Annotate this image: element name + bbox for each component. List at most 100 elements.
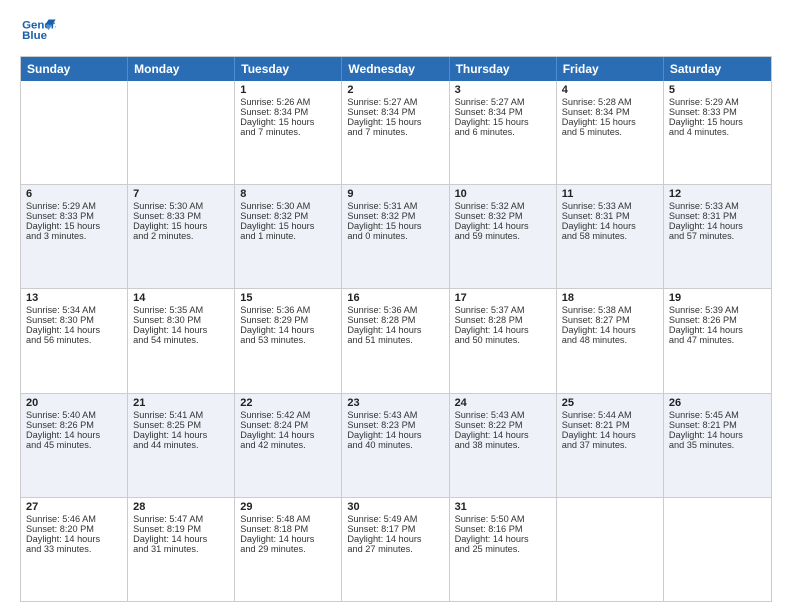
day-number: 10 [455, 188, 551, 200]
day-info-line: Sunset: 8:24 PM [240, 420, 336, 430]
weekday-header-monday: Monday [128, 57, 235, 81]
day-info-line: and 45 minutes. [26, 440, 122, 450]
day-number: 27 [26, 501, 122, 513]
day-info-line: and 27 minutes. [347, 544, 443, 554]
day-number: 8 [240, 188, 336, 200]
calendar-cell: 24Sunrise: 5:43 AMSunset: 8:22 PMDayligh… [450, 394, 557, 497]
day-number: 9 [347, 188, 443, 200]
day-info-line: Sunset: 8:28 PM [455, 315, 551, 325]
day-info-line: Sunset: 8:32 PM [347, 211, 443, 221]
day-number: 14 [133, 292, 229, 304]
day-info-line: Sunset: 8:16 PM [455, 524, 551, 534]
day-number: 16 [347, 292, 443, 304]
day-info-line: Sunset: 8:30 PM [133, 315, 229, 325]
day-info-line: and 48 minutes. [562, 335, 658, 345]
calendar-row-3: 13Sunrise: 5:34 AMSunset: 8:30 PMDayligh… [21, 288, 771, 392]
day-info-line: Sunrise: 5:43 AM [347, 410, 443, 420]
day-info-line: and 59 minutes. [455, 231, 551, 241]
calendar-row-4: 20Sunrise: 5:40 AMSunset: 8:26 PMDayligh… [21, 393, 771, 497]
day-number: 19 [669, 292, 766, 304]
day-info-line: and 44 minutes. [133, 440, 229, 450]
day-info-line: Sunrise: 5:28 AM [562, 97, 658, 107]
day-number: 17 [455, 292, 551, 304]
day-info-line: Daylight: 14 hours [240, 325, 336, 335]
day-info-line: Daylight: 14 hours [669, 221, 766, 231]
day-info-line: and 25 minutes. [455, 544, 551, 554]
weekday-header-saturday: Saturday [664, 57, 771, 81]
day-info-line: Sunset: 8:32 PM [240, 211, 336, 221]
day-info-line: Daylight: 15 hours [347, 221, 443, 231]
day-info-line: Daylight: 15 hours [347, 117, 443, 127]
day-info-line: Sunset: 8:30 PM [26, 315, 122, 325]
day-number: 7 [133, 188, 229, 200]
day-info-line: and 31 minutes. [133, 544, 229, 554]
day-info-line: Sunrise: 5:48 AM [240, 514, 336, 524]
calendar-cell: 17Sunrise: 5:37 AMSunset: 8:28 PMDayligh… [450, 289, 557, 392]
day-number: 3 [455, 84, 551, 96]
day-info-line: Daylight: 14 hours [133, 325, 229, 335]
day-info-line: and 7 minutes. [240, 127, 336, 137]
calendar-row-2: 6Sunrise: 5:29 AMSunset: 8:33 PMDaylight… [21, 184, 771, 288]
day-info-line: Sunset: 8:33 PM [26, 211, 122, 221]
calendar-row-1: 1Sunrise: 5:26 AMSunset: 8:34 PMDaylight… [21, 81, 771, 184]
day-info-line: and 6 minutes. [455, 127, 551, 137]
day-info-line: Sunset: 8:31 PM [669, 211, 766, 221]
day-info-line: Sunrise: 5:40 AM [26, 410, 122, 420]
day-info-line: and 38 minutes. [455, 440, 551, 450]
day-info-line: Daylight: 15 hours [562, 117, 658, 127]
calendar-cell: 27Sunrise: 5:46 AMSunset: 8:20 PMDayligh… [21, 498, 128, 601]
day-info-line: Daylight: 14 hours [347, 325, 443, 335]
day-info-line: Daylight: 14 hours [455, 221, 551, 231]
calendar-cell: 22Sunrise: 5:42 AMSunset: 8:24 PMDayligh… [235, 394, 342, 497]
day-info-line: Sunrise: 5:38 AM [562, 305, 658, 315]
calendar-cell: 29Sunrise: 5:48 AMSunset: 8:18 PMDayligh… [235, 498, 342, 601]
calendar-cell: 25Sunrise: 5:44 AMSunset: 8:21 PMDayligh… [557, 394, 664, 497]
day-info-line: Sunset: 8:20 PM [26, 524, 122, 534]
day-info-line: and 1 minute. [240, 231, 336, 241]
day-info-line: Sunset: 8:29 PM [240, 315, 336, 325]
calendar-body: 1Sunrise: 5:26 AMSunset: 8:34 PMDaylight… [21, 81, 771, 601]
day-info-line: Sunset: 8:34 PM [240, 107, 336, 117]
calendar-cell: 5Sunrise: 5:29 AMSunset: 8:33 PMDaylight… [664, 81, 771, 184]
day-number: 18 [562, 292, 658, 304]
day-info-line: Sunrise: 5:30 AM [240, 201, 336, 211]
day-info-line: and 29 minutes. [240, 544, 336, 554]
day-info-line: Sunset: 8:32 PM [455, 211, 551, 221]
day-info-line: Sunset: 8:21 PM [562, 420, 658, 430]
day-info-line: Daylight: 14 hours [133, 534, 229, 544]
day-info-line: Sunrise: 5:50 AM [455, 514, 551, 524]
day-info-line: Sunset: 8:26 PM [669, 315, 766, 325]
weekday-header-sunday: Sunday [21, 57, 128, 81]
day-info-line: Daylight: 14 hours [26, 534, 122, 544]
calendar-cell [21, 81, 128, 184]
day-info-line: and 47 minutes. [669, 335, 766, 345]
day-info-line: Sunset: 8:31 PM [562, 211, 658, 221]
calendar-row-5: 27Sunrise: 5:46 AMSunset: 8:20 PMDayligh… [21, 497, 771, 601]
day-info-line: Sunset: 8:19 PM [133, 524, 229, 534]
day-info-line: and 4 minutes. [669, 127, 766, 137]
day-info-line: Sunset: 8:22 PM [455, 420, 551, 430]
calendar-header: SundayMondayTuesdayWednesdayThursdayFrid… [21, 57, 771, 81]
calendar-cell: 14Sunrise: 5:35 AMSunset: 8:30 PMDayligh… [128, 289, 235, 392]
day-info-line: Sunrise: 5:46 AM [26, 514, 122, 524]
weekday-header-tuesday: Tuesday [235, 57, 342, 81]
day-info-line: Daylight: 15 hours [669, 117, 766, 127]
day-info-line: and 53 minutes. [240, 335, 336, 345]
day-info-line: and 56 minutes. [26, 335, 122, 345]
day-info-line: and 7 minutes. [347, 127, 443, 137]
day-info-line: Sunset: 8:21 PM [669, 420, 766, 430]
day-info-line: and 2 minutes. [133, 231, 229, 241]
day-info-line: and 3 minutes. [26, 231, 122, 241]
day-info-line: and 42 minutes. [240, 440, 336, 450]
day-info-line: Sunset: 8:25 PM [133, 420, 229, 430]
weekday-header-wednesday: Wednesday [342, 57, 449, 81]
day-number: 24 [455, 397, 551, 409]
day-info-line: Sunset: 8:28 PM [347, 315, 443, 325]
calendar-cell: 20Sunrise: 5:40 AMSunset: 8:26 PMDayligh… [21, 394, 128, 497]
day-info-line: Sunrise: 5:45 AM [669, 410, 766, 420]
day-info-line: Sunset: 8:34 PM [562, 107, 658, 117]
day-info-line: Daylight: 15 hours [26, 221, 122, 231]
day-info-line: and 35 minutes. [669, 440, 766, 450]
calendar-cell: 23Sunrise: 5:43 AMSunset: 8:23 PMDayligh… [342, 394, 449, 497]
day-info-line: Daylight: 15 hours [455, 117, 551, 127]
